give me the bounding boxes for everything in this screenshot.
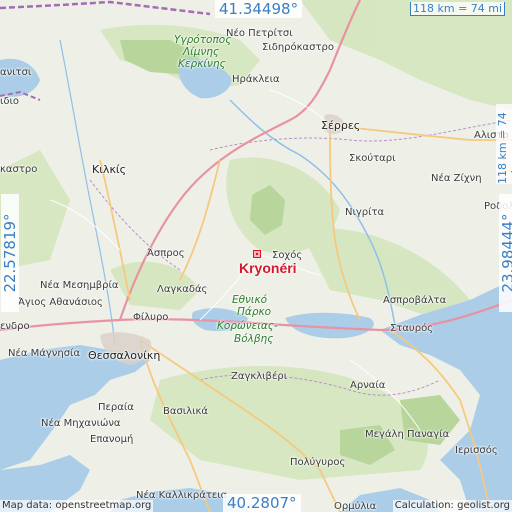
- park-label-4: Βόλβης: [234, 333, 274, 345]
- town-label-nea-mesimvria: Νέα Μεσημβρία: [40, 280, 119, 291]
- place-name: Kryonéri: [239, 260, 297, 276]
- town-label-polygyros: Πολύγυρος: [290, 457, 346, 468]
- east-coordinate: 23.98444°: [499, 194, 512, 312]
- scale-bar-vertical: 118 km = 74 mi: [496, 104, 512, 184]
- town-label-agios-athanasios: Άγιος Αθανάσιος: [18, 297, 103, 308]
- town-label-arnaia: Αρναία: [350, 380, 386, 391]
- town-label-kastro: καστρο: [0, 164, 38, 175]
- town-label-nea-michaniona: Νέα Μηχανιώνα: [41, 418, 121, 429]
- town-label-sidirokastro: Σιδηρόκαστρο: [262, 42, 334, 53]
- town-label-epanomi: Επανομή: [90, 434, 134, 445]
- town-label-asprosi: Άσπρος: [147, 248, 185, 259]
- town-label-dio: ιδιο: [0, 96, 20, 107]
- town-label-skoutari: Σκούταρι: [349, 153, 396, 164]
- town-label-megali-panagia: Μεγάλη Παναγία: [365, 429, 450, 440]
- town-label-nigrita: Νιγρίτα: [345, 207, 385, 218]
- town-label-nea-zichni: Νέα Ζίχνη: [431, 173, 482, 184]
- park-label-2: Πάρκο: [237, 306, 272, 318]
- scale-bar-horizontal: 118 km = 74 mi: [410, 2, 506, 16]
- south-coordinate: 40.2807°: [223, 494, 301, 512]
- wetland-label-3: Κερκίνης: [178, 58, 226, 70]
- city-label-serres: Σέρρες: [321, 119, 361, 132]
- city-label-thessaloniki: Θεσσαλονίκη: [88, 349, 161, 362]
- town-label-zagkliveri: Ζαγκλιβέρι: [231, 371, 288, 382]
- town-label-lagkadas: Λαγκαδάς: [157, 284, 208, 295]
- town-label-peraia: Περαία: [98, 402, 134, 413]
- town-label-nea-magnesia: Νέα Μάγνησία: [8, 348, 81, 359]
- town-label-nedro: ενδρο: [0, 321, 30, 332]
- park-label-3: Κορώνειας-: [217, 320, 278, 332]
- town-label-neo-petritsi: Νέο Πετρίτσι: [226, 28, 293, 39]
- town-label-ormylia: Ορμύλια: [334, 501, 377, 512]
- location-marker-icon[interactable]: [253, 250, 261, 258]
- west-coordinate: 22.57819°: [1, 194, 19, 312]
- town-label-vasilika: Βασιλικά: [163, 406, 208, 417]
- wetland-label-2: Λίμνης: [183, 46, 220, 58]
- town-label-asprovalta: Ασπροβάλτα: [383, 295, 447, 306]
- town-label-ierissos: Ιερισσός: [455, 445, 498, 456]
- town-label-stavros: Σταυρός: [390, 323, 434, 334]
- city-label-kilkis: Κιλκίς: [92, 163, 127, 176]
- park-label-1: Εθνικό: [232, 294, 268, 306]
- wetland-label-1: Υγρότοπος: [174, 34, 232, 46]
- town-label-irakleia: Ηράκλεια: [232, 74, 280, 85]
- town-label-antsi: ανιτσι: [0, 67, 32, 78]
- calculation-attribution[interactable]: Calculation: geolist.org: [392, 500, 512, 512]
- town-label-filyro: Φίλυρο: [133, 312, 169, 323]
- north-coordinate: 41.34498°: [215, 0, 303, 18]
- map-canvas[interactable]: Υγρότοπος Λίμνης Κερκίνης Νέο Πετρίτσι Σ…: [0, 0, 512, 512]
- map-data-attribution[interactable]: Map data: openstreetmap.org: [0, 500, 154, 512]
